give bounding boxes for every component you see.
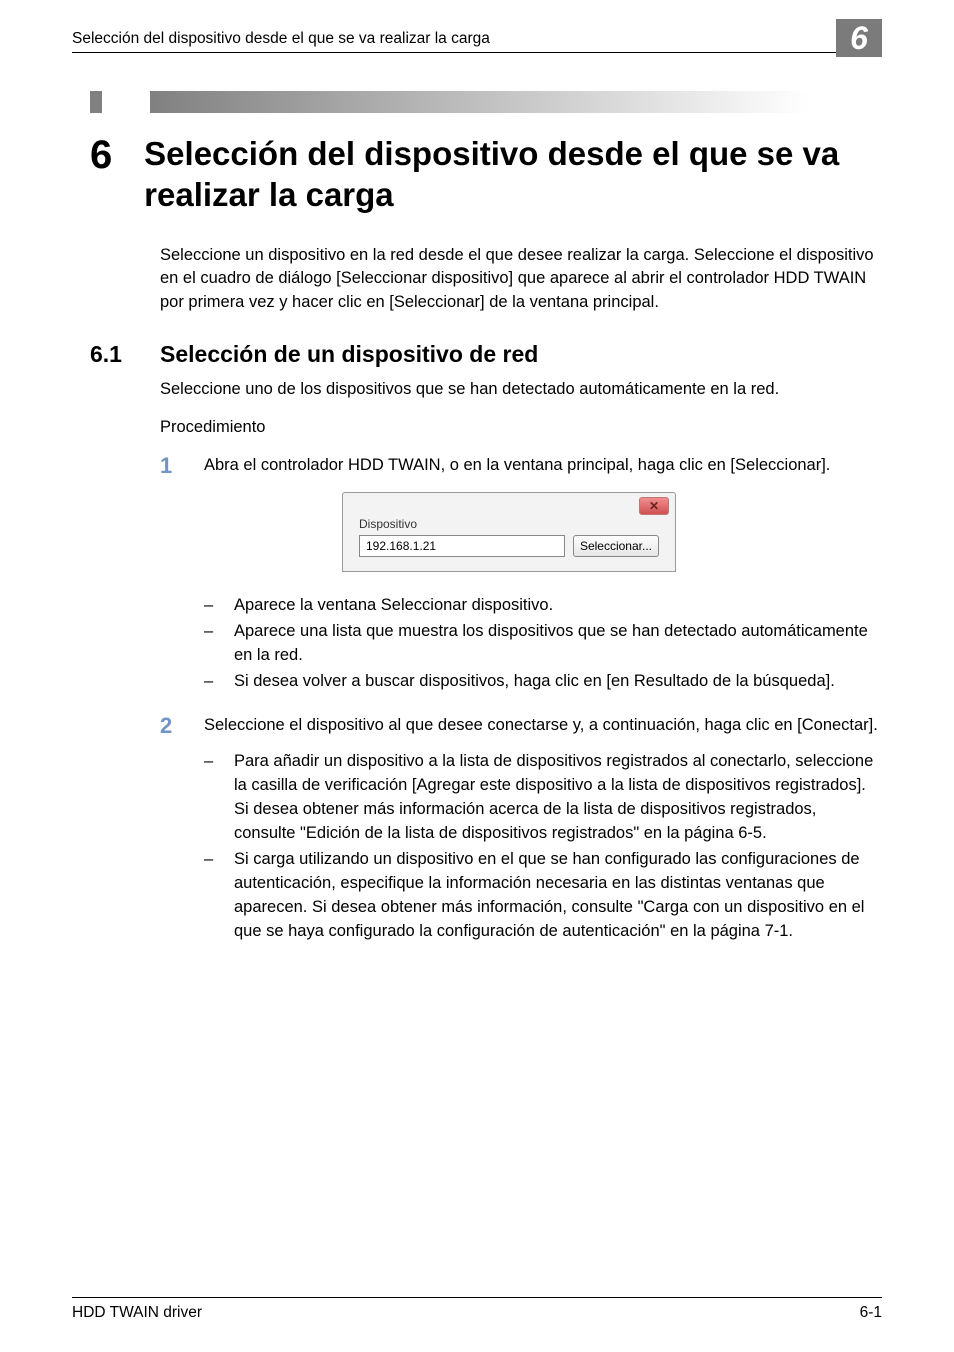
step-number: 2 — [160, 714, 204, 738]
device-group-label: Dispositivo — [359, 517, 659, 531]
list-item: – Para añadir un dispositivo a la lista … — [204, 750, 882, 846]
list-item: – Si desea volver a buscar dispositivos,… — [204, 670, 882, 694]
footer-left: HDD TWAIN driver — [72, 1304, 202, 1322]
intro-paragraph: Seleccione un dispositivo en la red desd… — [160, 244, 882, 316]
list-item-text: Aparece una lista que muestra los dispos… — [234, 620, 882, 668]
list-item-text: Para añadir un dispositivo a la lista de… — [234, 750, 882, 846]
step-number: 1 — [160, 454, 204, 478]
section-heading: 6.1 Selección de un dispositivo de red — [90, 341, 882, 368]
step-text: Seleccione el dispositivo al que desee c… — [204, 714, 878, 738]
page-footer: HDD TWAIN driver 6-1 — [72, 1297, 882, 1322]
step-2: 2 Seleccione el dispositivo al que desee… — [160, 714, 882, 738]
step-2-sublist: – Para añadir un dispositivo a la lista … — [204, 750, 882, 943]
select-device-dialog: ✕ Dispositivo Seleccionar... — [342, 492, 676, 572]
bullet-dash: – — [204, 750, 234, 846]
bullet-dash: – — [204, 594, 234, 618]
chapter-title: Selección del dispositivo desde el que s… — [144, 133, 882, 216]
bullet-dash: – — [204, 620, 234, 668]
chapter-heading: 6 Selección del dispositivo desde el que… — [90, 133, 882, 216]
section-decor-bar — [90, 91, 882, 113]
chapter-number: 6 — [90, 133, 144, 178]
section-number: 6.1 — [90, 341, 160, 368]
bullet-dash: – — [204, 848, 234, 944]
list-item: – Aparece una lista que muestra los disp… — [204, 620, 882, 668]
procedure-label: Procedimiento — [160, 416, 882, 440]
chapter-badge-number: 6 — [850, 20, 868, 57]
step-text: Abra el controlador HDD TWAIN, o en la v… — [204, 454, 830, 478]
footer-page-number: 6-1 — [860, 1304, 882, 1322]
list-item-text: Si carga utilizando un dispositivo en el… — [234, 848, 882, 944]
close-icon[interactable]: ✕ — [639, 497, 669, 515]
step-1: 1 Abra el controlador HDD TWAIN, o en la… — [160, 454, 882, 478]
bullet-dash: – — [204, 670, 234, 694]
running-title: Selección del dispositivo desde el que s… — [72, 30, 490, 48]
list-item-text: Aparece la ventana Seleccionar dispositi… — [234, 594, 553, 618]
list-item: – Aparece la ventana Seleccionar disposi… — [204, 594, 882, 618]
list-item-text: Si desea volver a buscar dispositivos, h… — [234, 670, 835, 694]
page-header: Selección del dispositivo desde el que s… — [72, 30, 882, 53]
list-item: – Si carga utilizando un dispositivo en … — [204, 848, 882, 944]
device-address-input[interactable] — [359, 535, 565, 557]
step-1-sublist: – Aparece la ventana Seleccionar disposi… — [204, 594, 882, 694]
section-title: Selección de un dispositivo de red — [160, 341, 538, 368]
chapter-badge: 6 — [836, 19, 882, 57]
select-button[interactable]: Seleccionar... — [573, 535, 659, 557]
paragraph: Seleccione uno de los dispositivos que s… — [160, 378, 882, 402]
